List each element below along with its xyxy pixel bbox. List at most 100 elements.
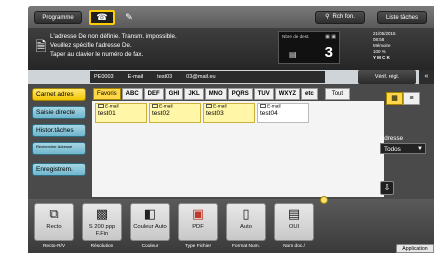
entry-name: test01 bbox=[98, 110, 116, 118]
nav-address-search[interactable]: Rechercher Adresse bbox=[32, 142, 86, 155]
fax-scan-screen: Programme ☎ ✎ ⚲ Rch fon. Liste tâches 🗎 … bbox=[28, 6, 434, 253]
selected-address-field[interactable]: PE0003 E-mail test03 03@mail.eu bbox=[90, 71, 325, 83]
duplex-button[interactable]: ⧉ Recto bbox=[34, 203, 74, 241]
toner-levels: Y M C K bbox=[373, 55, 390, 60]
address-entry[interactable]: E-mail test01 bbox=[95, 103, 147, 123]
address-row: PE0003 E-mail test03 03@mail.eu Vérif. régl… bbox=[28, 70, 434, 84]
tab-tuv[interactable]: TUV bbox=[253, 88, 274, 100]
tab-mno[interactable]: MNO bbox=[204, 88, 227, 100]
color-button[interactable]: ◧ Couleur Auto bbox=[130, 203, 170, 241]
entry-name: test02 bbox=[152, 110, 170, 118]
top-bar: Programme ☎ ✎ ⚲ Rch fon. Liste tâches bbox=[28, 6, 434, 28]
warning-document-icon: 🗎 bbox=[35, 38, 47, 54]
message-bar: 🗎 L'adresse De non définie. Transm. impo… bbox=[28, 28, 434, 70]
function-bar: ⧉ Recto Recto-R/V ▩ S 200 ppp F.Fin Réso… bbox=[28, 196, 434, 253]
address-entry[interactable]: E-mail test04 bbox=[257, 103, 309, 123]
message-line-3: Taper au clavier le numéro de fax. bbox=[50, 51, 144, 58]
notification-bubble-icon bbox=[320, 196, 328, 204]
search-label: Rch fon. bbox=[332, 14, 355, 20]
entry-type: E-mail bbox=[105, 104, 119, 110]
phone-icon: ☎ bbox=[96, 12, 108, 22]
index-tabs: Favoris ABC DEF GHI JKL MNO PQRS TUV WXY… bbox=[93, 88, 351, 100]
resolution-value: S 200 ppp F.Fin bbox=[88, 224, 116, 237]
address-grid: E-mail test01 E-mail test02 E-mail test0… bbox=[92, 101, 384, 197]
nav-direct-input[interactable]: Saisie directe bbox=[32, 106, 86, 119]
format-icon: ▯ bbox=[242, 206, 250, 221]
main-panel: Carnet adres Saisie directe Histor.tâche… bbox=[28, 84, 434, 199]
tab-pqrs[interactable]: PQRS bbox=[227, 88, 253, 100]
tab-wxyz[interactable]: WXYZ bbox=[274, 88, 301, 100]
entry-type: E-mail bbox=[267, 104, 281, 110]
message-text: L'adresse De non définie. Transm. imposs… bbox=[50, 32, 270, 59]
tab-abc[interactable]: ABC bbox=[121, 88, 143, 100]
message-line-1: L'adresse De non définie. Transm. imposs… bbox=[50, 33, 177, 40]
message-line-2: Veuillez spécifie l'adresse De. bbox=[50, 42, 132, 49]
file-type-button[interactable]: ▣ PDF bbox=[178, 203, 218, 241]
chevron-down-icon: ▼ bbox=[417, 146, 423, 152]
entry-type: E-mail bbox=[213, 104, 227, 110]
list-view-button[interactable]: ≡ bbox=[403, 92, 420, 105]
destination-type-icons: ▣ ▣ bbox=[325, 34, 336, 40]
chevron-left-icon: « bbox=[424, 73, 429, 80]
scan-size-label: Format Num. bbox=[232, 244, 260, 249]
tab-jkl[interactable]: JKL bbox=[184, 88, 204, 100]
color-value: Couleur Auto bbox=[133, 224, 167, 230]
list-icon: ≡ bbox=[409, 95, 414, 102]
entry-name: test03 bbox=[206, 110, 224, 118]
document-name-label: Nom doc./ bbox=[283, 244, 305, 249]
scan-size-value: Auto bbox=[240, 224, 252, 230]
resolution-button[interactable]: ▩ S 200 ppp F.Fin bbox=[82, 203, 122, 241]
scroll-down-button[interactable]: ⇩ bbox=[380, 181, 394, 195]
grid-icon: ▦ bbox=[391, 95, 398, 102]
duplex-label: Recto-R/V bbox=[42, 244, 66, 249]
resolution-label: Résolution bbox=[90, 244, 114, 249]
fax-mode-button[interactable]: ☎ bbox=[89, 10, 115, 25]
nav-job-history[interactable]: Histor.tâches bbox=[32, 124, 86, 137]
scan-size-button[interactable]: ▯ Auto bbox=[226, 203, 266, 241]
address-type: E-mail bbox=[127, 74, 144, 80]
tab-ghi[interactable]: GHI bbox=[164, 88, 184, 100]
application-button[interactable]: Application bbox=[396, 244, 434, 253]
recto-icon: ⧉ bbox=[49, 206, 59, 221]
tab-favorites[interactable]: Favoris bbox=[93, 88, 121, 100]
nav-register[interactable]: Enregistrem. bbox=[32, 163, 86, 176]
status-panel: 21/05/2015 08:58 Mémoire 100 % Y M C K bbox=[373, 31, 431, 61]
view-toggle: ▦ ≡ bbox=[386, 92, 420, 105]
address-email: 03@mail.eu bbox=[186, 74, 216, 80]
download-arrow-icon: ⇩ bbox=[383, 183, 391, 192]
entry-type: E-mail bbox=[159, 104, 173, 110]
destination-count-label: Nbre de dest. bbox=[282, 34, 310, 39]
grid-view-button[interactable]: ▦ bbox=[386, 92, 403, 105]
duplex-value: Recto bbox=[46, 224, 62, 230]
file-type-label: Type Fichier bbox=[184, 244, 212, 249]
color-icon: ◧ bbox=[143, 206, 157, 221]
address-entry[interactable]: E-mail test03 bbox=[203, 103, 255, 123]
address-id: PE0003 bbox=[94, 74, 114, 80]
left-nav: Carnet adres Saisie directe Histor.tâche… bbox=[32, 88, 88, 181]
nav-address-book[interactable]: Carnet adres bbox=[32, 88, 86, 101]
address-entry[interactable]: E-mail test02 bbox=[149, 103, 201, 123]
tab-all[interactable]: Tout bbox=[324, 88, 351, 100]
color-label: Couleur bbox=[141, 244, 159, 249]
docs-icon: ▤ bbox=[287, 206, 301, 221]
tab-def[interactable]: DEF bbox=[143, 88, 164, 100]
entry-name: test04 bbox=[260, 110, 278, 118]
address-filter-select[interactable]: Todos ▼ bbox=[380, 143, 426, 154]
address-filter-label: Adresse bbox=[380, 135, 404, 142]
fax-icon: ▤ bbox=[289, 50, 297, 59]
destination-count-box: Nbre de dest. ▣ ▣ ▤ 3 bbox=[278, 31, 340, 64]
job-list-button[interactable]: Liste tâches bbox=[377, 11, 427, 24]
pencil-icon: ✎ bbox=[125, 12, 133, 22]
edit-mode-button[interactable]: ✎ bbox=[118, 11, 140, 24]
destination-count: 3 bbox=[324, 44, 333, 61]
search-icon: ⚲ bbox=[325, 14, 330, 20]
document-name-value: OUI bbox=[288, 224, 300, 230]
document-name-button[interactable]: ▤ OUI bbox=[274, 203, 314, 241]
verify-settings-button[interactable]: Vérif. régl. bbox=[358, 70, 416, 84]
search-button[interactable]: ⚲ Rch fon. bbox=[315, 11, 365, 24]
program-button[interactable]: Programme bbox=[34, 11, 82, 24]
panel-collapse-tab[interactable]: « bbox=[419, 70, 434, 84]
address-name: test03 bbox=[157, 74, 173, 80]
address-filter-value: Todos bbox=[384, 146, 401, 153]
tab-etc[interactable]: etc bbox=[301, 88, 318, 100]
